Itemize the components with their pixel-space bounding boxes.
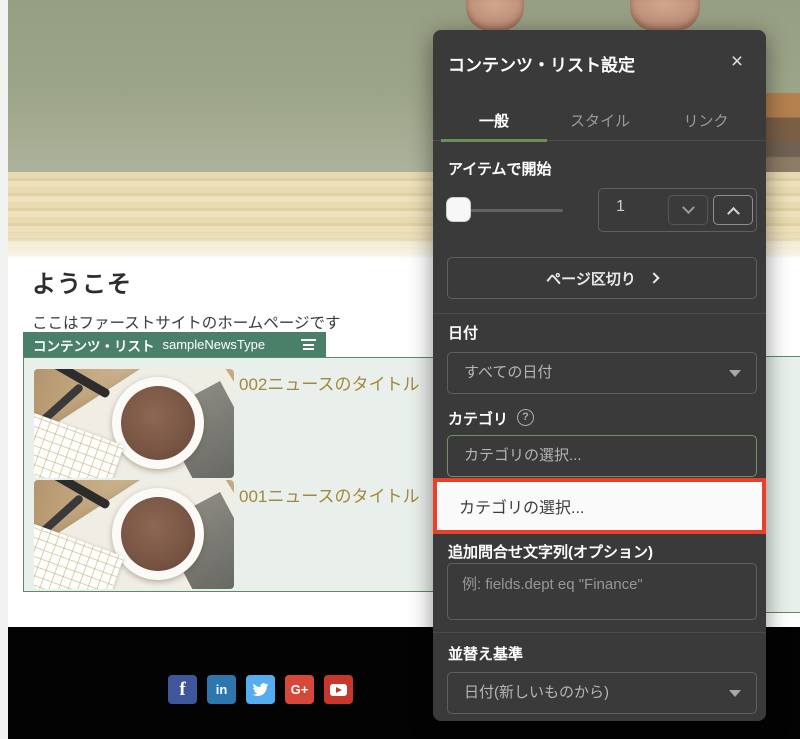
date-label: 日付 xyxy=(448,322,478,343)
twitter-icon[interactable] xyxy=(246,675,275,704)
list-menu-icon[interactable] xyxy=(301,339,316,350)
hero-wood-shelf xyxy=(766,93,800,172)
content-list-settings-panel: コンテンツ・リスト設定 × 一般 スタイル リンク アイテムで開始 1 ページ区… xyxy=(433,30,766,721)
help-icon[interactable]: ? xyxy=(517,409,534,426)
query-string-placeholder: 例: fields.dept eq "Finance" xyxy=(462,576,643,593)
start-item-value[interactable]: 1 xyxy=(616,198,625,216)
chevron-right-icon xyxy=(648,272,659,283)
google-plus-icon[interactable]: G+ xyxy=(285,675,314,704)
window-left-gutter xyxy=(0,0,8,739)
youtube-play-glyph xyxy=(330,684,347,696)
news-item-title[interactable]: 001ニュースのタイトル xyxy=(239,482,420,507)
start-item-label: アイテムで開始 xyxy=(448,158,552,179)
query-string-label: 追加問合せ文字列(オプション) xyxy=(448,541,653,562)
category-option-label: カテゴリの選択... xyxy=(459,494,584,518)
linkedin-glyph: in xyxy=(216,682,228,697)
date-select-value: すべての日付 xyxy=(464,364,552,381)
caret-down-icon xyxy=(729,370,741,377)
linkedin-icon[interactable]: in xyxy=(207,675,236,704)
query-string-textarea[interactable]: 例: fields.dept eq "Finance" xyxy=(447,563,757,620)
date-select[interactable]: すべての日付 xyxy=(447,352,757,394)
divider xyxy=(433,632,766,633)
facebook-icon[interactable]: f xyxy=(168,675,197,704)
tab-link[interactable]: リンク xyxy=(653,105,759,141)
divider xyxy=(433,313,766,314)
content-list-badge-type: sampleNewsType xyxy=(163,337,266,352)
close-icon[interactable]: × xyxy=(721,46,753,78)
content-list-badge-title: コンテンツ・リスト xyxy=(33,335,155,355)
stepper-decrement-button[interactable] xyxy=(668,195,708,225)
category-label: カテゴリ xyxy=(448,408,508,429)
start-item-slider-handle[interactable] xyxy=(446,197,471,222)
page-title: ようこそ xyxy=(32,264,132,299)
youtube-icon[interactable] xyxy=(324,675,353,704)
sort-by-select[interactable]: 日付(新しいものから) xyxy=(447,672,757,714)
content-list-badge[interactable]: コンテンツ・リスト sampleNewsType xyxy=(23,332,326,357)
twitter-bird xyxy=(251,680,270,699)
news-item-image[interactable] xyxy=(34,480,234,589)
editor-viewport: ようこそ ここはファーストサイトのホームページです コンテンツ・リスト samp… xyxy=(0,0,800,739)
google-plus-glyph: G+ xyxy=(291,682,309,697)
caret-down-icon xyxy=(729,690,741,697)
pagination-button[interactable]: ページ区切り xyxy=(447,257,757,299)
news-item-image[interactable] xyxy=(34,369,234,478)
chevron-up-icon xyxy=(727,206,740,219)
stepper-increment-button[interactable] xyxy=(713,195,753,225)
panel-title: コンテンツ・リスト設定 xyxy=(448,51,635,76)
news-item-title[interactable]: 002ニュースのタイトル xyxy=(239,370,420,395)
panel-tabbar: 一般 スタイル リンク xyxy=(433,105,766,141)
sort-by-value: 日付(新しいものから) xyxy=(464,684,609,701)
chevron-down-icon xyxy=(682,201,695,214)
category-select-input[interactable]: カテゴリの選択... xyxy=(447,435,757,477)
facebook-glyph: f xyxy=(179,679,185,701)
category-select-placeholder: カテゴリの選択... xyxy=(464,447,582,464)
category-dropdown-option-highlighted[interactable]: カテゴリの選択... xyxy=(433,478,766,534)
sort-by-label: 並替え基準 xyxy=(448,643,523,664)
pagination-button-label: ページ区切り xyxy=(546,268,636,289)
page-subtitle: ここはファーストサイトのホームページです xyxy=(32,311,340,333)
tab-general[interactable]: 一般 xyxy=(441,105,547,141)
hand-finger xyxy=(630,0,700,31)
tab-style[interactable]: スタイル xyxy=(547,105,653,141)
news-list-background-strip xyxy=(766,356,800,613)
